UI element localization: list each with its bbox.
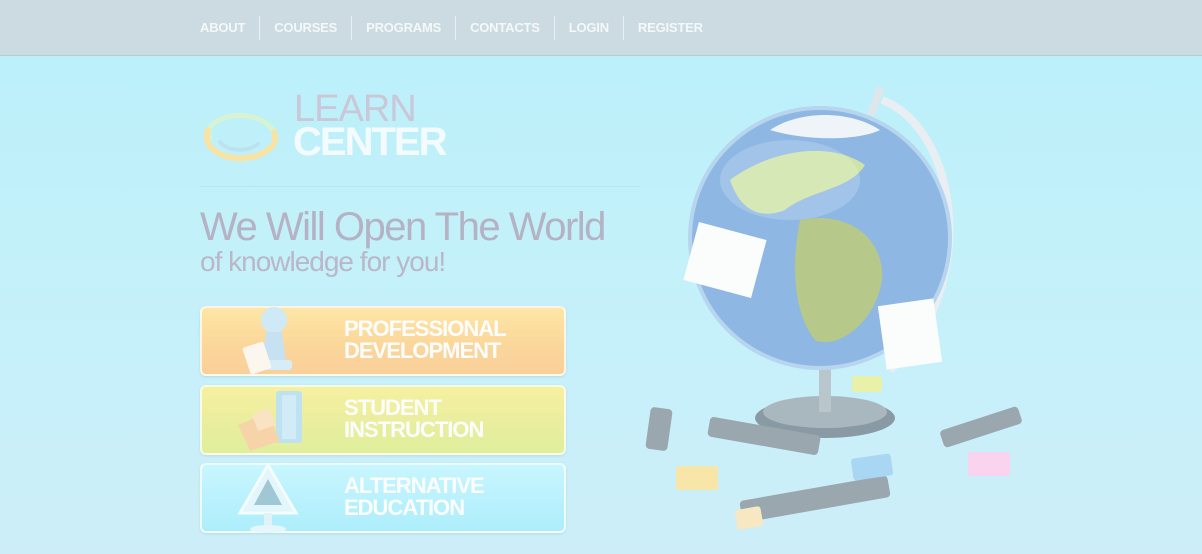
- nav-about[interactable]: ABOUT: [186, 20, 259, 35]
- logo-swirl-icon: [203, 112, 279, 162]
- student-instruction-button[interactable]: STUDENT INSTRUCTION: [200, 385, 566, 455]
- globe-illustration: [645, 85, 1022, 530]
- alternative-education-button[interactable]: ALTERNATIVE EDUCATION: [200, 463, 566, 533]
- main-nav: ABOUT COURSES PROGRAMS CONTACTS LOGIN RE…: [186, 0, 717, 55]
- header-divider: [200, 186, 640, 187]
- button-label: STUDENT INSTRUCTION: [344, 395, 484, 442]
- button-label-line1: PROFESSIONAL: [344, 316, 507, 341]
- button-label-line2: INSTRUCTION: [344, 417, 484, 442]
- books-icon: [238, 391, 302, 451]
- site-logo[interactable]: LEARN CENTER: [198, 90, 458, 170]
- button-label: ALTERNATIVE EDUCATION: [344, 473, 485, 520]
- button-label-line1: ALTERNATIVE: [344, 473, 485, 498]
- top-navigation-bar: ABOUT COURSES PROGRAMS CONTACTS LOGIN RE…: [0, 0, 1202, 55]
- chess-pawn-icon: [242, 307, 292, 375]
- button-label-line1: STUDENT: [344, 395, 442, 420]
- button-label-line2: DEVELOPMENT: [344, 338, 501, 363]
- nav-divider: [455, 15, 457, 40]
- button-label: PROFESSIONAL DEVELOPMENT: [344, 316, 507, 363]
- globe-icon: [683, 85, 954, 438]
- nav-divider: [259, 15, 261, 40]
- warning-sign-icon: [237, 463, 299, 533]
- professional-development-button[interactable]: PROFESSIONAL DEVELOPMENT: [200, 306, 566, 376]
- button-label-line2: EDUCATION: [344, 495, 465, 520]
- nav-courses[interactable]: COURSES: [260, 20, 351, 35]
- nav-divider: [622, 15, 624, 40]
- nav-login[interactable]: LOGIN: [555, 20, 623, 35]
- nav-divider: [553, 15, 555, 40]
- hero-headline: We Will Open The World: [200, 205, 606, 249]
- nav-divider: [351, 15, 353, 40]
- logo-text-center: CENTER: [293, 120, 447, 164]
- nav-register[interactable]: REGISTER: [624, 20, 717, 35]
- hero-subline: of knowledge for you!: [200, 246, 446, 277]
- nav-programs[interactable]: PROGRAMS: [352, 20, 455, 35]
- nav-contacts[interactable]: CONTACTS: [456, 20, 554, 35]
